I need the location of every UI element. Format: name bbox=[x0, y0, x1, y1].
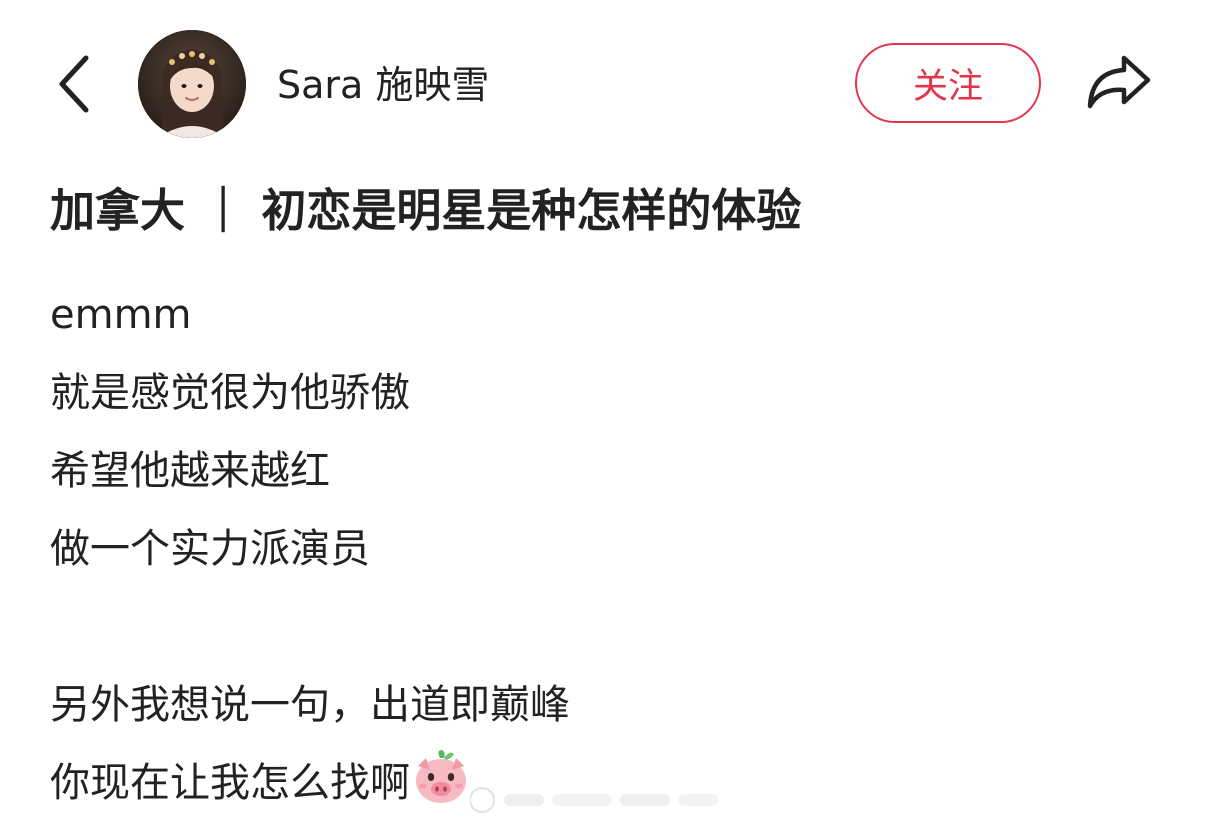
body-line-text: 你现在让我怎么找啊 bbox=[50, 760, 410, 806]
chevron-left-icon bbox=[59, 55, 89, 113]
pig-emoji-icon bbox=[412, 748, 470, 806]
body-line: 就是感觉很为他骄傲 bbox=[50, 370, 410, 416]
body-line: 做一个实力派演员 bbox=[50, 526, 370, 572]
body-line: 另外我想说一句，出道即巅峰 bbox=[50, 682, 570, 728]
post-header: Sara 施映雪 关注 bbox=[0, 0, 1206, 170]
avatar[interactable] bbox=[138, 30, 246, 138]
back-button[interactable] bbox=[52, 52, 96, 116]
share-arrow-icon bbox=[1087, 55, 1151, 109]
follow-button[interactable]: 关注 bbox=[855, 43, 1041, 123]
post-title: 加拿大 ｜ 初恋是明星是种怎样的体验 bbox=[50, 184, 802, 237]
body-line-blank bbox=[50, 588, 1150, 666]
watermark-mark bbox=[469, 787, 718, 813]
body-line: 希望他越来越红 bbox=[50, 448, 330, 494]
share-button[interactable] bbox=[1084, 52, 1154, 112]
author-photo bbox=[138, 30, 246, 138]
watermark bbox=[469, 780, 750, 820]
body-line: emmm bbox=[50, 292, 192, 338]
author-name[interactable]: Sara 施映雪 bbox=[277, 62, 489, 108]
post-body: emmm 就是感觉很为他骄傲 希望他越来越红 做一个实力派演员 另外我想说一句，… bbox=[50, 276, 1150, 822]
